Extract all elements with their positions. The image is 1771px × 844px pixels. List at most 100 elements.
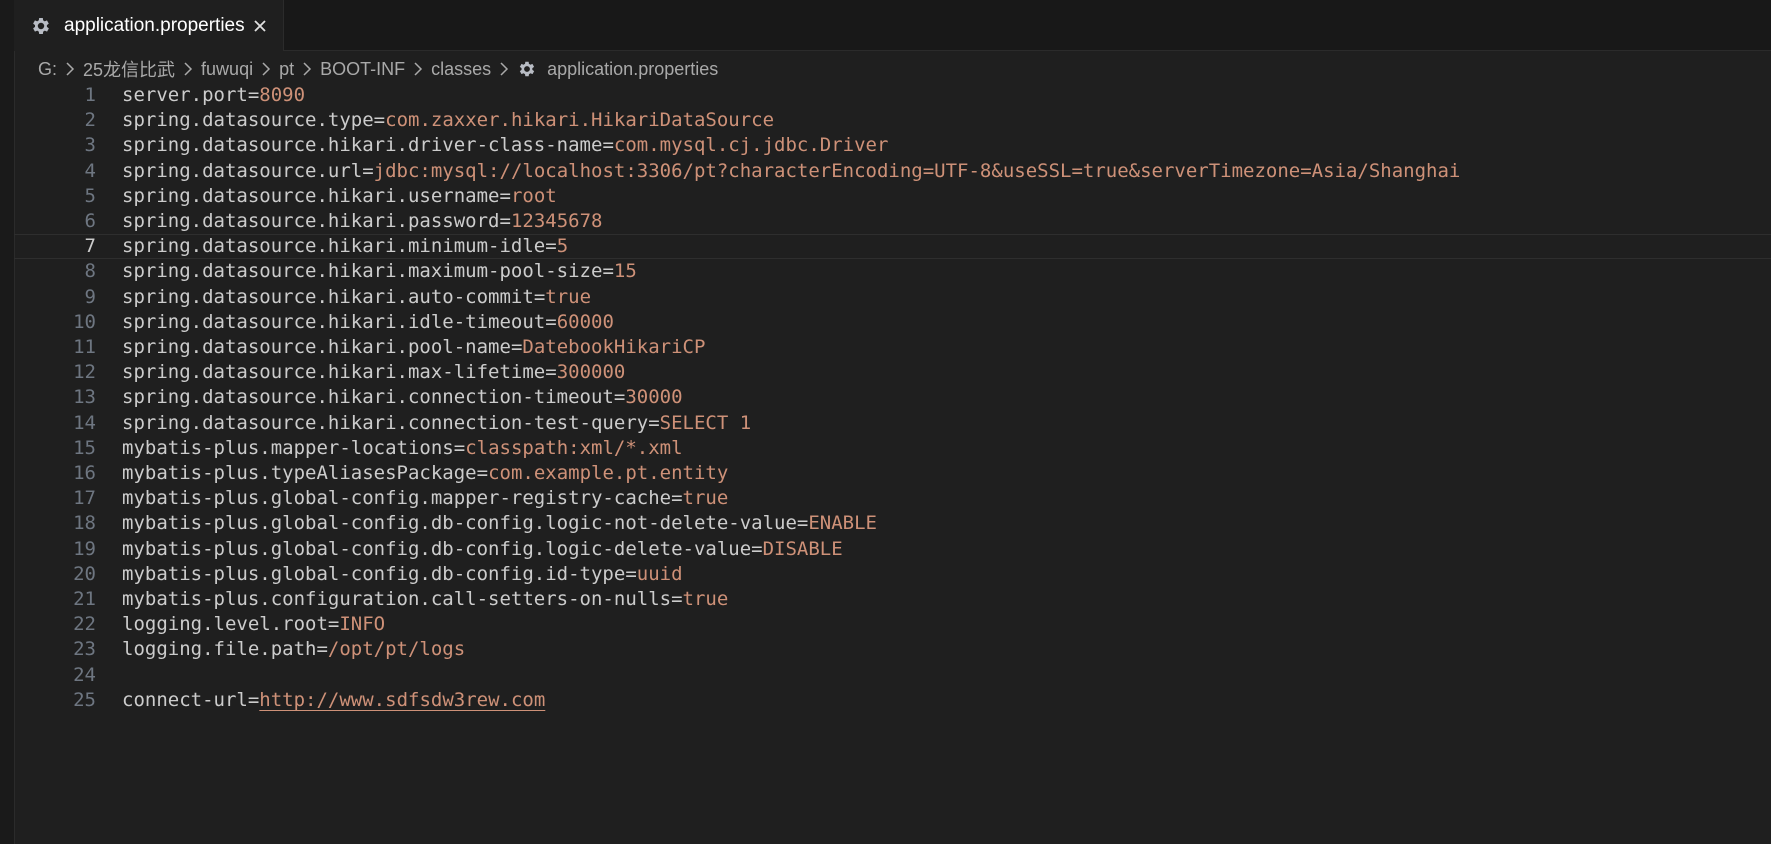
property-value: 30000 (625, 386, 683, 409)
property-key: mybatis-plus.configuration.call-setters-… (122, 588, 672, 610)
line-number: 21 (73, 588, 96, 610)
line-content: spring.datasource.hikari.driver-class-na… (122, 133, 888, 158)
line-content: spring.datasource.hikari.connection-test… (122, 411, 751, 436)
line-content: logging.file.path=/opt/pt/logs (122, 637, 465, 662)
equals-sign: = (362, 159, 374, 182)
equals-sign: = (648, 411, 660, 434)
property-key: mybatis-plus.global-config.mapper-regist… (122, 487, 672, 510)
code-line[interactable]: 3 spring.datasource.hikari.driver-class-n… (14, 133, 1771, 158)
code-line[interactable]: 11 spring.datasource.hikari.pool-name=Dat… (14, 335, 1771, 360)
line-number: 5 (84, 184, 96, 207)
property-key: spring.datasource.hikari.auto-commit (122, 285, 534, 308)
line-content: spring.datasource.hikari.connection-time… (122, 385, 683, 410)
line-content: spring.datasource.hikari.password=123456… (122, 209, 602, 234)
line-number: 3 (84, 134, 96, 157)
property-key: spring.datasource.hikari.connection-test… (122, 411, 649, 434)
line-content: spring.datasource.hikari.max-lifetime=30… (122, 360, 625, 385)
line-content: spring.datasource.hikari.minimum-idle=5 (122, 235, 568, 258)
breadcrumb-item-pt[interactable]: pt (279, 59, 294, 80)
code-line[interactable]: 6 spring.datasource.hikari.password=12345… (14, 209, 1771, 234)
line-content: spring.datasource.hikari.pool-name=Dateb… (122, 335, 705, 360)
code-line[interactable]: 12 spring.datasource.hikari.max-lifetime=… (14, 360, 1771, 385)
equals-sign: = (327, 613, 340, 636)
code-line[interactable]: 5 spring.datasource.hikari.username=root (14, 184, 1771, 209)
property-value: INFO (339, 613, 386, 636)
code-line[interactable]: 10 spring.datasource.hikari.idle-timeout=… (14, 310, 1771, 335)
breadcrumb-item-boot-inf[interactable]: BOOT-INF (320, 59, 405, 80)
breadcrumb-item-classes[interactable]: classes (431, 59, 491, 80)
property-value: true (682, 588, 729, 610)
breadcrumb: G: 25龙信比武 fuwuqi pt BOOT-INF classes app… (38, 54, 718, 84)
code-line[interactable]: 23 logging.file.path=/opt/pt/logs (14, 637, 1771, 662)
line-content: logging.level.root=INFO (122, 612, 385, 637)
gear-icon (519, 61, 535, 77)
line-number: 2 (84, 109, 96, 132)
code-line[interactable]: 24 (14, 663, 1771, 688)
code-line[interactable]: 15 mybatis-plus.mapper-locations=classpat… (14, 436, 1771, 461)
code-line[interactable]: 7 spring.datasource.hikari.minimum-idle=5 (14, 234, 1771, 260)
chevron-right-icon (262, 62, 271, 76)
property-value: 8090 (259, 84, 306, 106)
property-value: jdbc:mysql://localhost:3306/pt?character… (373, 159, 1461, 182)
property-value: /opt/pt/logs (327, 638, 466, 661)
code-line[interactable]: 13 spring.datasource.hikari.connection-ti… (14, 385, 1771, 410)
property-key: spring.datasource.hikari.password (122, 210, 500, 232)
line-number: 12 (73, 361, 96, 384)
property-value: com.mysql.cj.jdbc.Driver (613, 134, 889, 157)
property-value: true (545, 285, 592, 308)
line-content: mybatis-plus.global-config.mapper-regist… (122, 486, 728, 511)
property-value: root (510, 184, 557, 207)
tab-application-properties[interactable]: application.properties (14, 0, 284, 51)
code-line[interactable]: 8 spring.datasource.hikari.maximum-pool-s… (14, 259, 1771, 284)
equals-sign: = (499, 184, 511, 207)
equals-sign: = (602, 260, 614, 283)
tab-bar: application.properties (14, 0, 1771, 51)
line-number: 8 (84, 260, 96, 283)
code-line[interactable]: 17 mybatis-plus.global-config.mapper-regi… (14, 486, 1771, 511)
property-value: 60000 (556, 310, 614, 333)
equals-sign: = (510, 336, 523, 358)
code-line[interactable]: 2 spring.datasource.type=com.zaxxer.hikar… (14, 108, 1771, 133)
line-content: spring.datasource.hikari.username=root (122, 184, 557, 209)
code-line[interactable]: 25 connect-url=http://www.sdfsdw3rew.com (14, 688, 1771, 713)
property-value: 15 (613, 260, 637, 283)
code-line[interactable]: 9 spring.datasource.hikari.auto-commit=tr… (14, 285, 1771, 310)
equals-sign: = (671, 487, 683, 510)
code-line[interactable]: 4 spring.datasource.url=jdbc:mysql://loca… (14, 159, 1771, 184)
code-line[interactable]: 16 mybatis-plus.typeAliasesPackage=com.ex… (14, 461, 1771, 486)
code-line[interactable]: 22 logging.level.root=INFO (14, 612, 1771, 637)
equals-sign: = (545, 361, 557, 384)
code-line[interactable]: 20 mybatis-plus.global-config.db-config.i… (14, 562, 1771, 587)
line-content: mybatis-plus.global-config.db-config.log… (122, 537, 843, 562)
line-number: 4 (84, 159, 96, 182)
equals-sign: = (602, 134, 614, 157)
property-key: connect-url (122, 688, 248, 711)
line-number: 20 (73, 562, 96, 585)
property-key: mybatis-plus.typeAliasesPackage (122, 462, 477, 484)
breadcrumb-item-folder[interactable]: 25龙信比武 (83, 56, 175, 82)
equals-sign: = (751, 537, 763, 560)
property-value: 5 (556, 235, 569, 258)
chevron-right-icon (184, 62, 193, 76)
property-value-link[interactable]: http://www.sdfsdw3rew.com (259, 689, 545, 711)
code-line[interactable]: 21 mybatis-plus.configuration.call-setter… (14, 587, 1771, 612)
property-key: mybatis-plus.global-config.db-config.log… (122, 512, 797, 535)
line-number: 13 (73, 386, 96, 409)
line-number: 19 (73, 537, 96, 560)
property-value: com.zaxxer.hikari.HikariDataSource (385, 109, 775, 132)
code-editor[interactable]: 1 server.port=8090 2 spring.datasource.type… (14, 83, 1771, 844)
breadcrumb-item-file[interactable]: application.properties (547, 59, 718, 80)
breadcrumb-item-drive[interactable]: G: (38, 59, 57, 80)
code-line[interactable]: 14 spring.datasource.hikari.connection-te… (14, 411, 1771, 436)
property-key: spring.datasource.hikari.maximum-pool-si… (122, 260, 603, 283)
close-icon[interactable] (249, 15, 271, 37)
breadcrumb-item-fuwuqi[interactable]: fuwuqi (201, 59, 253, 80)
chevron-right-icon (66, 62, 75, 76)
code-line[interactable]: 19 mybatis-plus.global-config.db-config.l… (14, 537, 1771, 562)
property-value: uuid (636, 562, 683, 585)
code-line[interactable]: 18 mybatis-plus.global-config.db-config.l… (14, 511, 1771, 536)
line-number: 6 (84, 210, 96, 232)
equals-sign: = (499, 210, 511, 232)
line-content: mybatis-plus.mapper-locations=classpath:… (122, 436, 683, 461)
code-line[interactable]: 1 server.port=8090 (14, 83, 1771, 108)
